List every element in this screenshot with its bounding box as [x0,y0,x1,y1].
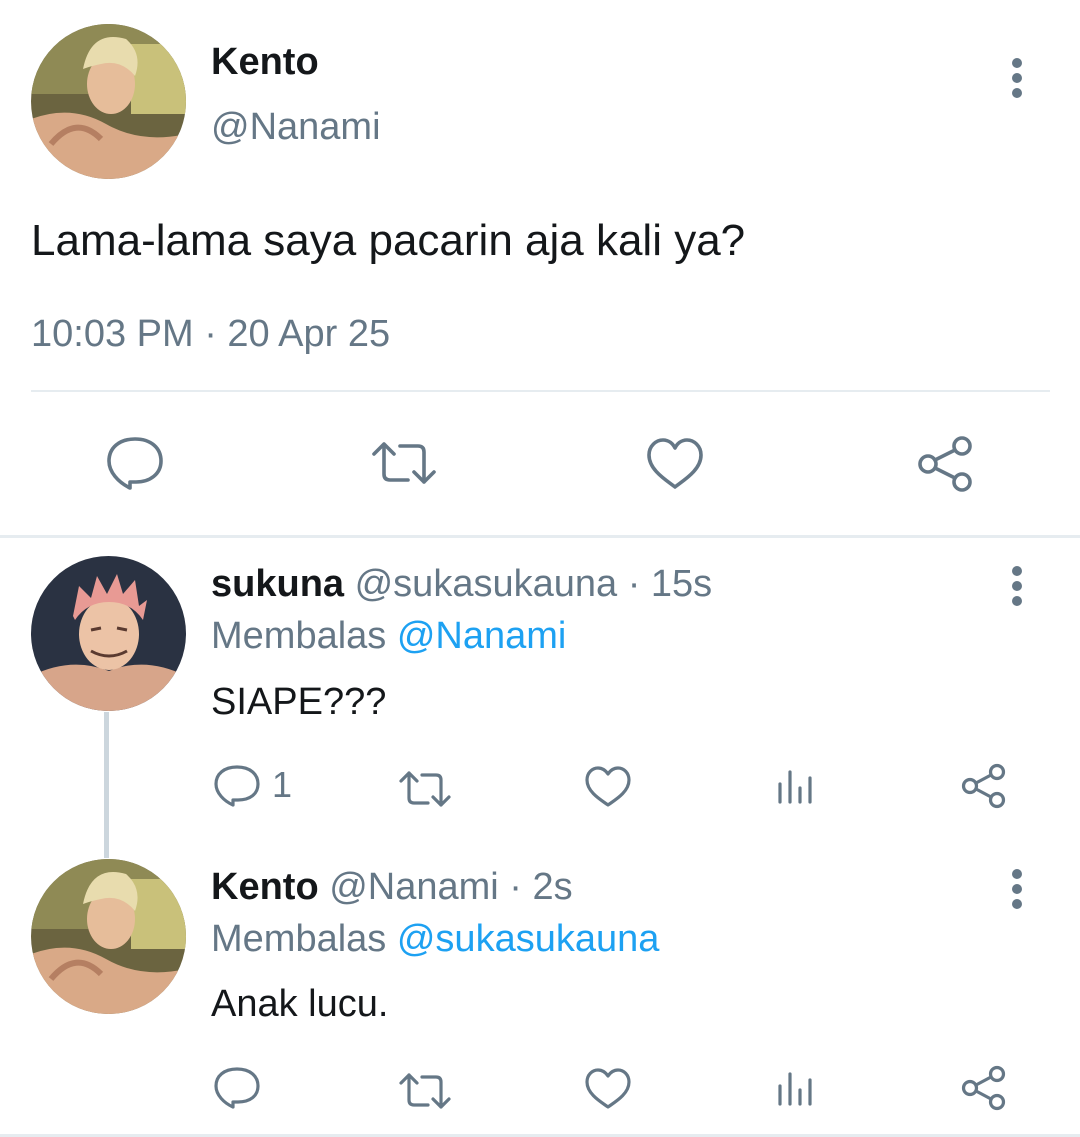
author-handle[interactable]: @Nanami [211,105,381,149]
like-icon[interactable] [585,766,631,808]
retweet-icon[interactable] [398,770,452,808]
avatar[interactable] [31,556,186,711]
tweet-timestamp[interactable]: 10:03 PM · 20 Apr 25 [31,312,390,356]
avatar[interactable] [31,24,186,179]
reply-count: 1 [272,764,293,805]
replying-prefix: Membalas [211,918,387,960]
reply-icon[interactable] [214,1067,260,1109]
mention-link[interactable]: @sukasukauna [397,918,660,960]
share-icon[interactable] [916,436,974,492]
like-icon[interactable] [646,438,704,490]
reply-text: SIAPE??? [211,681,387,723]
more-options-icon[interactable] [1007,58,1027,103]
analytics-icon[interactable] [776,768,816,804]
mention-link[interactable]: @Nanami [397,615,567,657]
share-icon[interactable] [961,763,1007,809]
thread-line [104,712,109,858]
section-divider [0,535,1080,538]
separator: · [627,563,641,605]
divider [31,390,1050,392]
retweet-icon[interactable] [398,1072,452,1110]
author-handle[interactable]: @sukasukauna [355,563,618,605]
separator: · [509,866,522,908]
reply-header: sukuna @sukasukauna · 15s [211,562,712,606]
author-name[interactable]: Kento [211,866,319,908]
more-options-icon[interactable] [1007,869,1027,914]
more-options-icon[interactable] [1007,566,1027,611]
replying-to: Membalas @Nanami [211,614,566,658]
analytics-icon[interactable] [776,1070,816,1106]
tweet-text: Lama-lama saya pacarin aja kali ya? [31,216,746,265]
share-icon[interactable] [961,1065,1007,1111]
author-name[interactable]: Kento [211,40,319,84]
reply-text: Anak lucu. [211,983,389,1025]
retweet-icon[interactable] [370,440,438,486]
reply-icon[interactable] [214,765,260,807]
author-name[interactable]: sukuna [211,563,344,605]
reply-icon[interactable] [106,436,164,490]
like-icon[interactable] [585,1068,631,1110]
replying-to: Membalas @sukasukauna [211,917,659,961]
avatar[interactable] [31,859,186,1014]
replying-prefix: Membalas [211,615,387,657]
author-handle[interactable]: @Nanami [329,866,499,908]
relative-time[interactable]: 2s [533,866,573,908]
relative-time[interactable]: 15s [651,563,712,605]
reply-header: Kento @Nanami · 2s [211,865,573,909]
